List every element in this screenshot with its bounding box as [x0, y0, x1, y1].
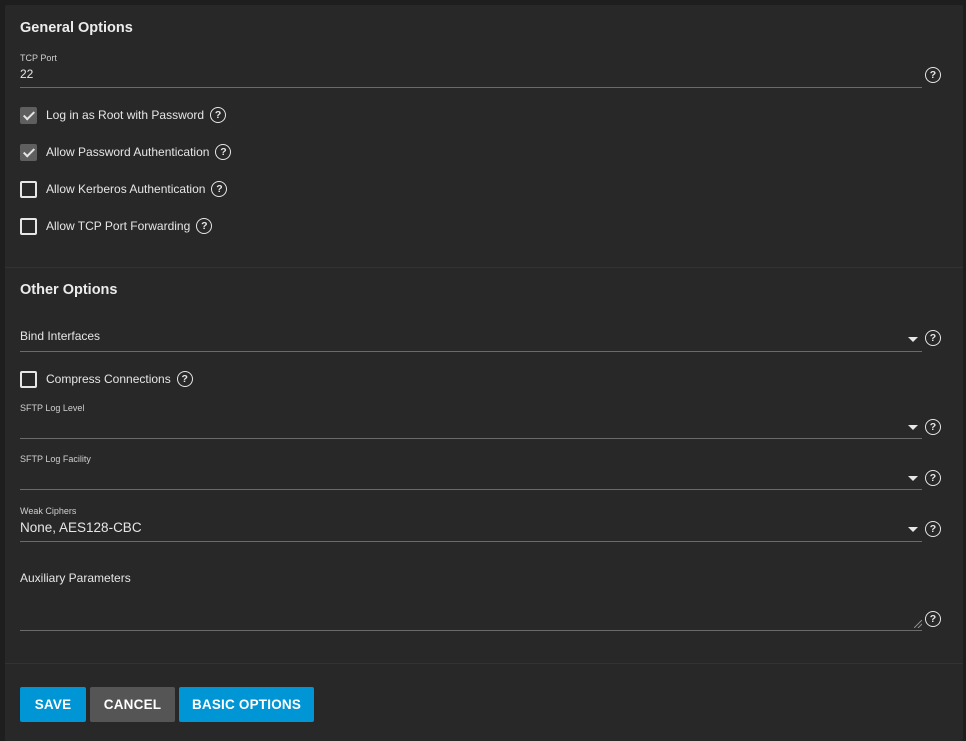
other-options-title: Other Options	[20, 282, 118, 298]
ssh-options-card: General Options TCP Port 22 ? Log in as …	[5, 5, 963, 741]
tcp-port-underline	[20, 87, 922, 88]
allow-kerberos-auth-help-icon[interactable]: ?	[211, 181, 228, 197]
auxiliary-parameters-textarea[interactable]: Auxiliary Parameters	[20, 571, 131, 585]
login-root-password-help-icon[interactable]: ?	[210, 107, 227, 123]
sftp-log-level-help-icon[interactable]: ?	[925, 419, 941, 435]
sftp-log-facility-label: SFTP Log Facility	[20, 454, 91, 464]
bind-interfaces-select[interactable]: Bind Interfaces	[20, 329, 100, 343]
weak-ciphers-select[interactable]: None, AES128-CBC	[20, 520, 142, 535]
weak-ciphers-label: Weak Ciphers	[20, 506, 77, 516]
sftp-log-level-label: SFTP Log Level	[20, 403, 85, 413]
allow-password-auth-help-icon[interactable]: ?	[215, 144, 232, 160]
compress-connections-help-icon[interactable]: ?	[176, 371, 193, 387]
compress-connections-row: Compress Connections ?	[20, 370, 193, 388]
weak-ciphers-caret-down-icon[interactable]	[908, 527, 918, 532]
sftp-log-level-caret-down-icon[interactable]	[908, 425, 918, 430]
bind-interfaces-underline	[20, 351, 922, 352]
allow-password-auth-checkbox[interactable]	[20, 143, 37, 161]
cancel-button[interactable]: CANCEL	[90, 687, 175, 722]
sftp-log-facility-help-icon[interactable]: ?	[925, 470, 941, 486]
tcp-port-label: TCP Port	[20, 53, 57, 63]
compress-connections-checkbox[interactable]	[20, 370, 37, 388]
sftp-log-level-underline	[20, 438, 922, 439]
login-root-password-row: Log in as Root with Password ?	[20, 106, 227, 124]
sftp-log-facility-caret-down-icon[interactable]	[908, 476, 918, 481]
auxiliary-parameters-underline	[20, 630, 922, 631]
allow-tcp-forwarding-label[interactable]: Allow TCP Port Forwarding	[46, 219, 190, 233]
textarea-resize-handle[interactable]	[914, 620, 922, 628]
allow-password-auth-row: Allow Password Authentication ?	[20, 143, 232, 161]
allow-tcp-forwarding-checkbox[interactable]	[20, 217, 37, 235]
weak-ciphers-underline	[20, 541, 922, 542]
basic-options-button[interactable]: BASIC OPTIONS	[179, 687, 314, 722]
compress-connections-label[interactable]: Compress Connections	[46, 372, 171, 386]
bind-interfaces-help-icon[interactable]: ?	[925, 330, 941, 346]
auxiliary-parameters-help-icon[interactable]: ?	[925, 611, 941, 627]
tcp-port-help-icon[interactable]: ?	[925, 67, 941, 83]
allow-kerberos-auth-label[interactable]: Allow Kerberos Authentication	[46, 182, 205, 196]
sftp-log-facility-underline	[20, 489, 922, 490]
allow-kerberos-auth-row: Allow Kerberos Authentication ?	[20, 180, 228, 198]
bind-interfaces-caret-down-icon[interactable]	[908, 337, 918, 342]
allow-kerberos-auth-checkbox[interactable]	[20, 180, 37, 198]
section-divider	[5, 267, 963, 268]
login-root-password-label[interactable]: Log in as Root with Password	[46, 108, 204, 122]
weak-ciphers-help-icon[interactable]: ?	[925, 521, 941, 537]
tcp-port-input[interactable]: 22	[20, 67, 33, 81]
allow-tcp-forwarding-row: Allow TCP Port Forwarding ?	[20, 217, 213, 235]
allow-tcp-forwarding-help-icon[interactable]: ?	[196, 218, 213, 234]
allow-password-auth-label[interactable]: Allow Password Authentication	[46, 145, 209, 159]
save-button[interactable]: SAVE	[20, 687, 86, 722]
login-root-password-checkbox[interactable]	[20, 106, 37, 124]
general-options-title: General Options	[20, 20, 133, 36]
actions-divider	[5, 663, 963, 664]
